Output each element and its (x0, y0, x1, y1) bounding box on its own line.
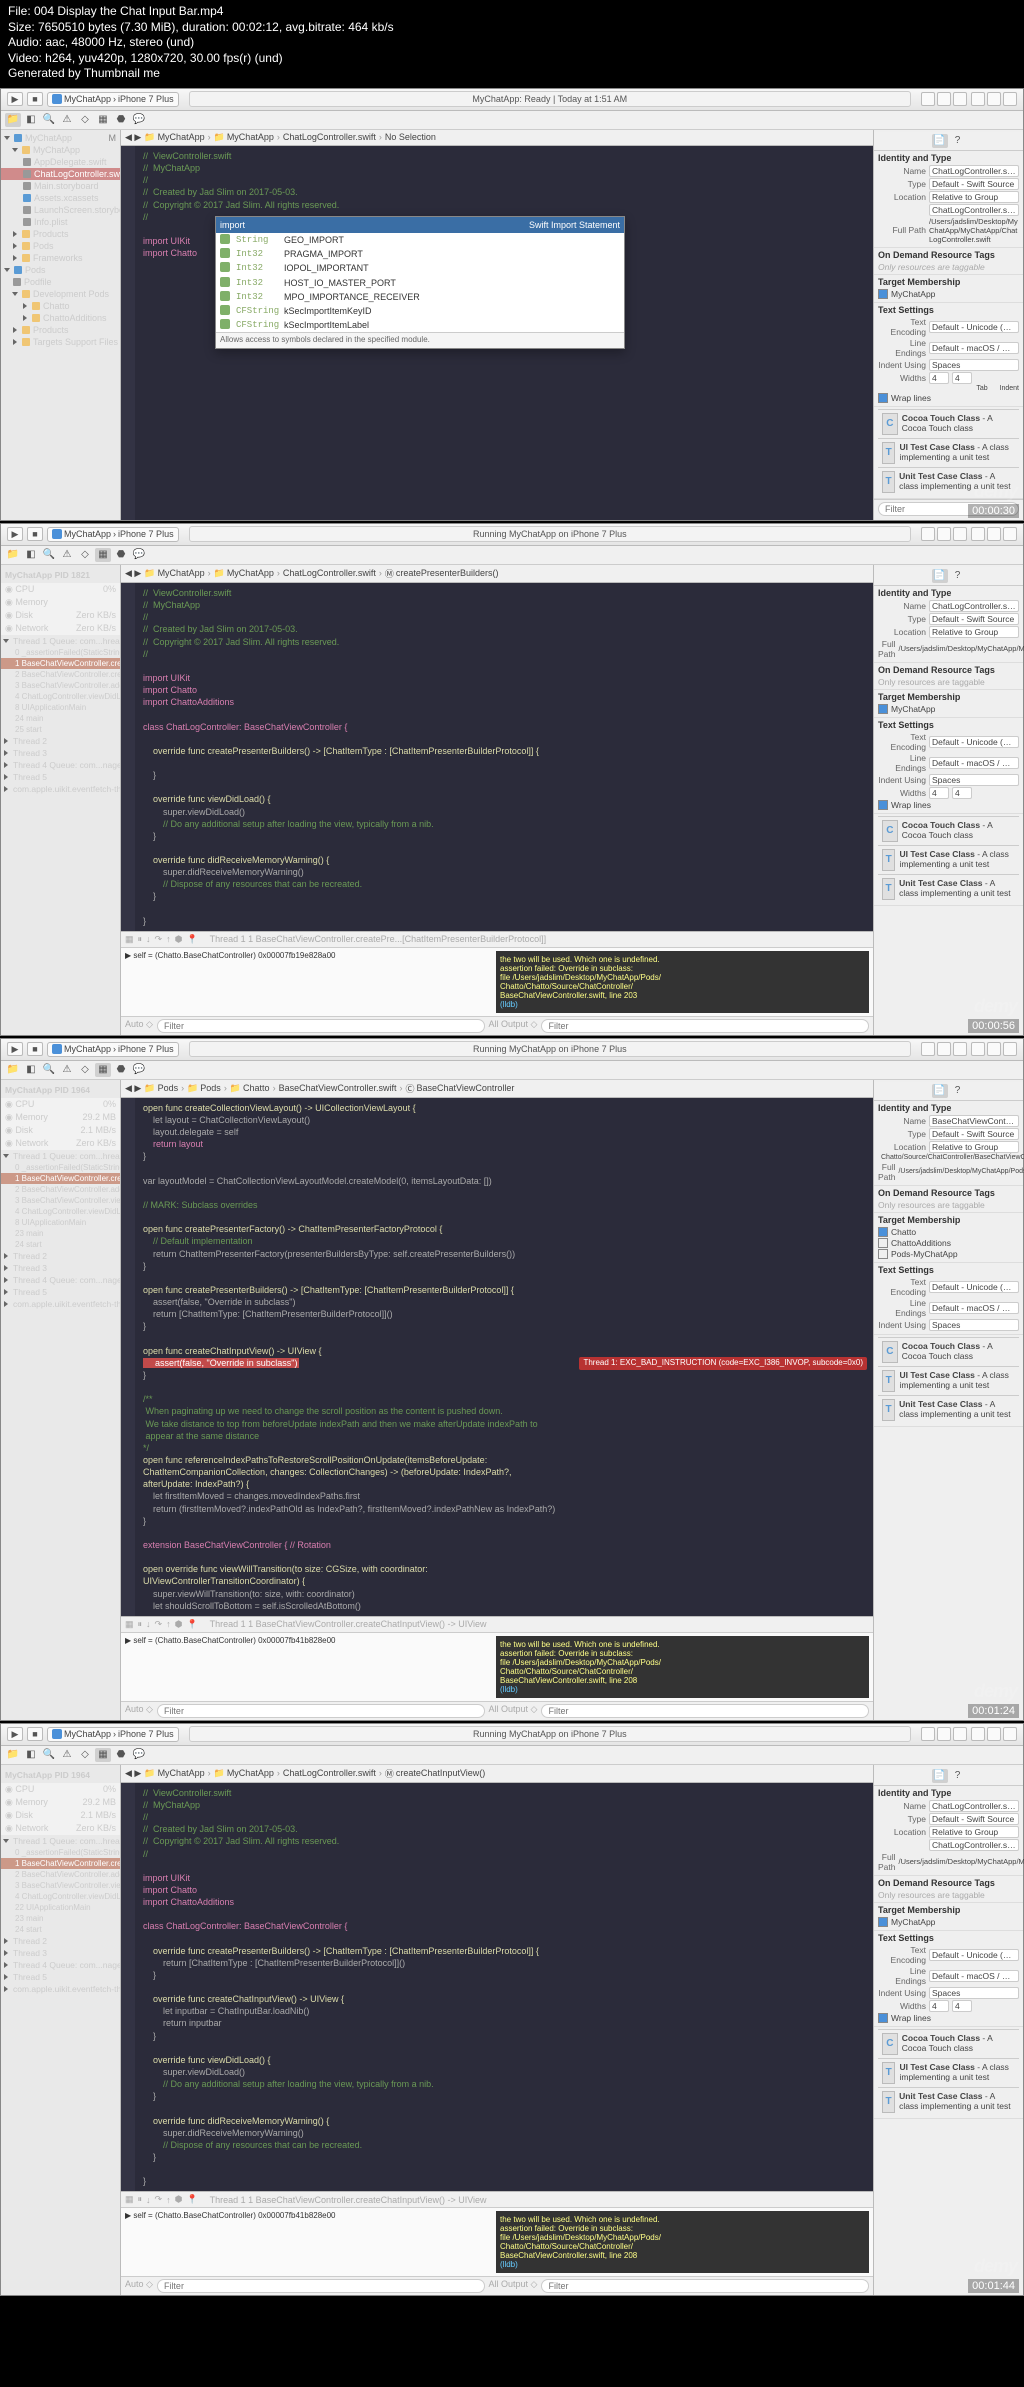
scheme-selector[interactable]: MyChatApp › iPhone 7 Plus (47, 527, 179, 542)
run-button[interactable]: ▶ (7, 1727, 23, 1741)
file-inspector-icon[interactable]: 📄 (932, 134, 948, 148)
debug-nav-icon[interactable]: ▦ (95, 548, 111, 562)
inspector-panel: 📄? Identity and Type NameChatLogControll… (873, 130, 1023, 520)
find-nav-icon[interactable]: 🔍 (41, 113, 57, 127)
issue-nav-icon[interactable]: ⚠ (59, 113, 75, 127)
video-metadata: File: 004 Display the Chat Input Bar.mp4… (0, 0, 1024, 86)
var-filter[interactable] (157, 1019, 485, 1033)
editor-mode-toggle[interactable] (921, 92, 967, 106)
activity-status: MyChatApp: Ready | Today at 1:51 AM (189, 91, 911, 107)
debug-navigator[interactable]: MyChatApp PID 1964 ◉ CPU0% ◉ Memory29.2 … (1, 1080, 121, 1720)
test-nav-icon[interactable]: ◇ (77, 113, 93, 127)
jump-bar[interactable]: ◀ ▶ 📁 MyChatApp› 📁 MyChatApp› ChatLogCon… (121, 130, 873, 146)
file-type-select[interactable]: Default - Swift Source (929, 178, 1019, 190)
panel-toggle[interactable] (971, 92, 1017, 106)
debug-console[interactable]: ▶ self = (Chatto.BaseChatController) 0x0… (121, 947, 873, 1016)
debug-navigator[interactable]: MyChatApp PID 1821 ◉ CPU0% ◉ Memory ◉ Di… (1, 565, 121, 1035)
variables-view[interactable]: ▶ self = (Chatto.BaseChatController) 0x0… (125, 951, 490, 1013)
run-button[interactable]: ▶ (7, 527, 23, 541)
project-nav-icon[interactable]: 📁 (5, 113, 21, 127)
xcode-frame-2: ▶ ■ MyChatApp › iPhone 7 Plus Running My… (0, 523, 1024, 1036)
debug-bar[interactable]: ▦⏸↓↷↑⬢📍 Thread 1 1 BaseChatViewControlle… (121, 931, 873, 947)
var-scope-select[interactable]: Auto ◇ (125, 1019, 153, 1033)
scheme-selector[interactable]: MyChatApp › iPhone 7 Plus (47, 92, 179, 107)
wrap-checkbox[interactable] (878, 393, 888, 403)
symbol-nav-icon[interactable]: ◧ (23, 113, 39, 127)
stop-button[interactable]: ■ (27, 92, 43, 106)
run-button[interactable]: ▶ (7, 92, 23, 106)
selected-stack-frame[interactable]: 1 BaseChatViewController.create... (1, 658, 120, 669)
selected-file[interactable]: ChatLogController.swiftM (1, 168, 120, 180)
target-checkbox[interactable] (878, 289, 888, 299)
project-navigator[interactable]: MyChatAppM MyChatApp AppDelegate.swift C… (1, 130, 121, 520)
toolbar: ▶ ■ MyChatApp › iPhone 7 Plus MyChatApp:… (1, 89, 1023, 111)
stop-button[interactable]: ■ (27, 1727, 43, 1741)
navigator-tabs[interactable]: 📁 ◧ 🔍 ⚠ ◇ ▦ ⬣ 💬 (1, 111, 1023, 130)
file-name-field[interactable]: ChatLogController.swift (929, 165, 1019, 177)
breakpoint-nav-icon[interactable]: ⬣ (113, 113, 129, 127)
xcode-frame-1: ▶ ■ MyChatApp › iPhone 7 Plus MyChatApp:… (0, 88, 1024, 521)
debug-nav-icon[interactable]: ▦ (95, 113, 111, 127)
console-output: the two will be used. Which one is undef… (496, 951, 869, 1013)
code-editor[interactable]: ◀ ▶ 📁 MyChatApp› 📁 MyChatApp› ChatLogCon… (121, 130, 873, 520)
xcode-frame-4: ▶ ■ MyChatApp › iPhone 7 Plus Running My… (0, 1723, 1024, 2297)
stop-button[interactable]: ■ (27, 527, 43, 541)
output-scope-select[interactable]: All Output ◇ (489, 1019, 538, 1033)
runtime-error-badge: Thread 1: EXC_BAD_INSTRUCTION (code=EXC_… (579, 1357, 867, 1370)
run-button[interactable]: ▶ (7, 1042, 23, 1056)
autocomplete-popup[interactable]: importSwift Import Statement StringGEO_I… (215, 216, 625, 349)
console-filter[interactable] (541, 1019, 869, 1033)
timestamp: 00:00:30 (968, 504, 1019, 518)
lib-item-icon[interactable]: C (882, 413, 898, 435)
report-nav-icon[interactable]: 💬 (131, 113, 147, 127)
xcode-frame-3: ▶ ■ MyChatApp › iPhone 7 Plus Running My… (0, 1038, 1024, 1721)
code-editor[interactable]: ◀ ▶ 📁 MyChatApp› 📁 MyChatApp› ChatLogCon… (121, 565, 873, 1035)
assert-highlight: assert(false, "Override in subclass") (143, 1358, 299, 1368)
location-select[interactable]: Relative to Group (929, 191, 1019, 203)
help-inspector-icon[interactable]: ? (950, 134, 966, 148)
stop-button[interactable]: ■ (27, 1042, 43, 1056)
